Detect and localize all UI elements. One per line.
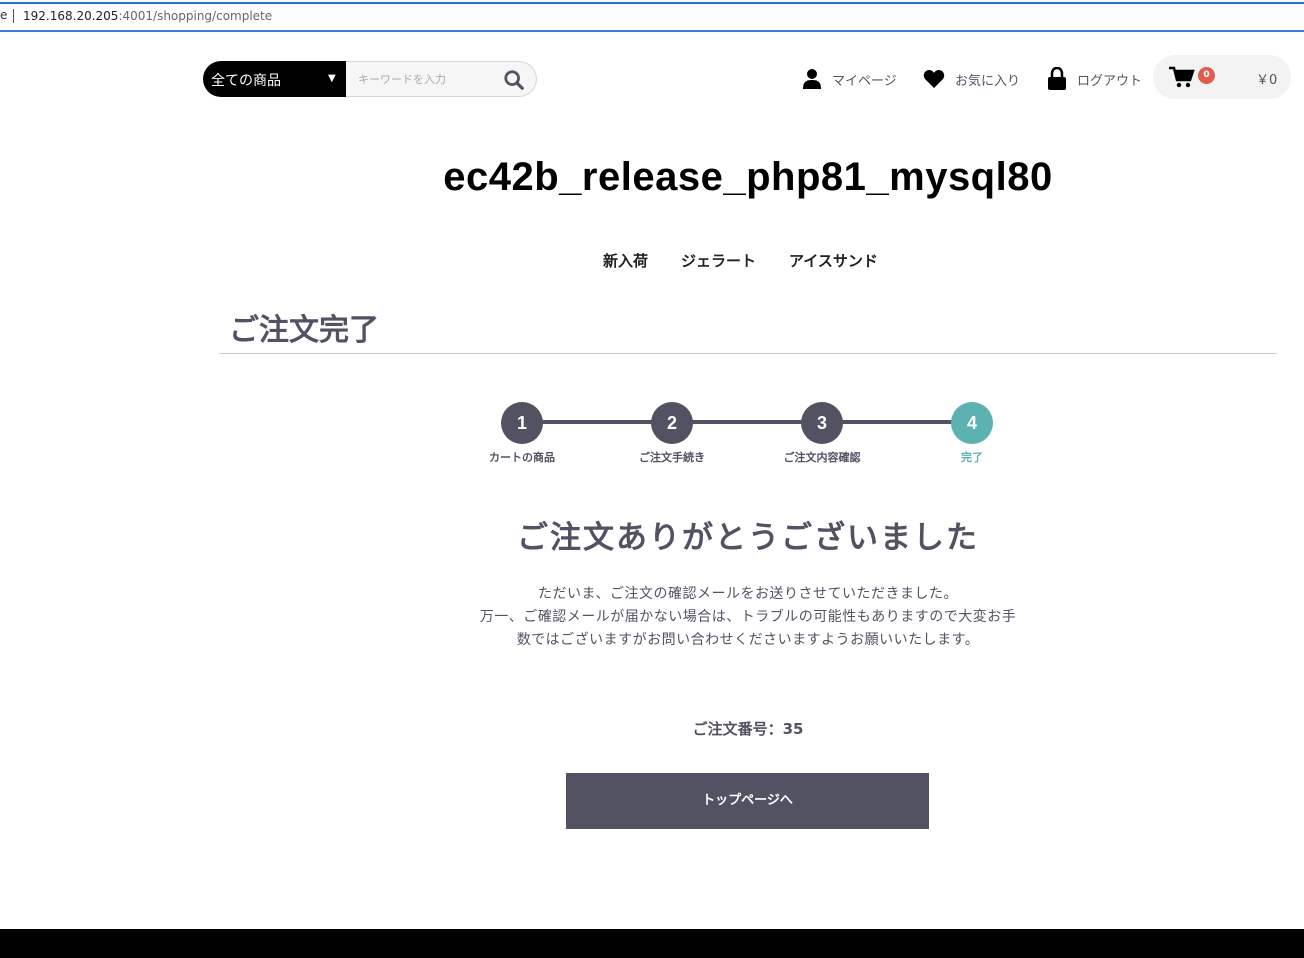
cart-count-badge: 0 (1198, 67, 1215, 84)
category-link-new[interactable]: 新入荷 (603, 250, 648, 271)
category-nav: 新入荷 ジェラート アイスサンド (603, 250, 911, 271)
flow-step-4: 4 (951, 402, 993, 444)
page-divider (219, 353, 1277, 354)
complete-message-line-1: ただいま、ご注文の確認メールをお送りさせていただきました。 (538, 586, 958, 602)
search-icon[interactable] (503, 69, 525, 91)
complete-message: ただいま、ご注文の確認メールをお送りさせていただきました。 万一、ご確認メールが… (474, 583, 1022, 652)
flow-step-1-label: カートの商品 (489, 451, 555, 464)
favorites-label: お気に入り (955, 73, 1021, 89)
logout-label: ログアウト (1077, 73, 1143, 89)
address-prefix: e (0, 8, 8, 22)
address-bar: e 192.168.20.205:4001/shopping/complete (0, 0, 1304, 35)
mypage-label: マイページ (832, 73, 897, 89)
flow-progress-line (522, 420, 972, 424)
complete-message-line-2: 万一、ご確認メールが届かない場合は、トラブルの可能性もありますので大変お手数では… (479, 609, 1017, 648)
site-title[interactable]: ec42b_release_php81_mysql80 (0, 155, 1304, 200)
lock-icon (1048, 67, 1066, 90)
category-link-ice-sandwich[interactable]: アイスサンド (789, 250, 878, 271)
logout-link[interactable]: ログアウト (1047, 66, 1142, 92)
flow-step-2: 2 (651, 402, 693, 444)
top-page-button[interactable]: トップページへ (566, 773, 929, 829)
cart-icon (1169, 66, 1195, 88)
category-link-gelato[interactable]: ジェラート (681, 250, 756, 271)
cart-total-price: ￥0 (1256, 73, 1278, 88)
cart-button[interactable]: 0 ￥0 (1153, 55, 1291, 99)
address-separator (13, 9, 14, 23)
caret-down-icon: ▼ (328, 73, 336, 84)
flow-step-3: 3 (801, 402, 843, 444)
search-input[interactable] (358, 70, 498, 88)
footer (0, 929, 1304, 958)
address-url[interactable]: 192.168.20.205:4001/shopping/complete (23, 9, 272, 23)
flow-step-2-label: ご注文手続き (639, 451, 705, 464)
flow-step-4-label: 完了 (961, 451, 983, 464)
complete-title: ご注文ありがとうございました (517, 520, 979, 556)
user-icon (803, 69, 821, 89)
category-select-label: 全ての商品 (211, 73, 281, 89)
url-host: 192.168.20.205 (23, 9, 119, 23)
flow-step-1: 1 (501, 402, 543, 444)
mypage-link[interactable]: マイページ (802, 66, 897, 92)
url-path: :4001/shopping/complete (118, 9, 273, 23)
order-number: ご注文番号：35 (692, 720, 804, 738)
category-select[interactable]: 全ての商品 ▼ (203, 61, 346, 97)
heart-icon (923, 70, 945, 88)
favorites-link[interactable]: お気に入り (923, 66, 1020, 92)
search-box (346, 61, 537, 97)
page-title: ご注文完了 (229, 313, 379, 348)
flow-step-3-label: ご注文内容確認 (783, 451, 861, 464)
